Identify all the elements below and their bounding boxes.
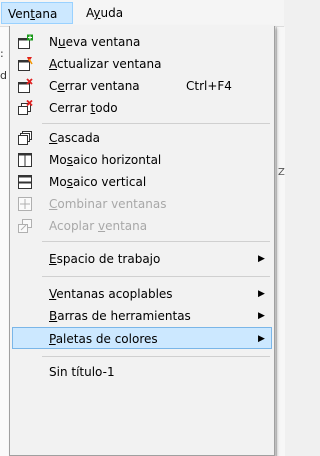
submenu-arrow-icon: ▶	[258, 334, 265, 344]
background-text-fragment: Z	[278, 167, 285, 178]
combine-windows-icon	[18, 197, 32, 211]
tile-horizontal-icon	[18, 153, 32, 167]
menu-item-mosaico-horizontal[interactable]: Mosaico horizontal	[12, 149, 272, 171]
cascade-icon	[18, 131, 32, 145]
menu-item-cascada[interactable]: Cascada	[12, 127, 272, 149]
menu-ayuda[interactable]: Ayuda	[80, 2, 129, 24]
menu-item-ventanas-acoplables[interactable]: Ventanas acoplables ▶	[12, 283, 272, 305]
new-window-icon	[18, 34, 33, 49]
menu-separator	[42, 356, 270, 357]
background-text-fragment: :	[0, 47, 4, 60]
menu-separator	[42, 241, 270, 242]
shortcut-label: Ctrl+F4	[186, 79, 232, 93]
menu-item-actualizar-ventana[interactable]: Actualizar ventana	[12, 53, 272, 75]
background-text-fragment: d	[0, 69, 7, 82]
submenu-arrow-icon: ▶	[258, 254, 265, 264]
background-right-strip: Z	[276, 27, 285, 456]
menu-item-acoplar-ventana[interactable]: Acoplar ventana	[12, 215, 272, 237]
menu-item-espacio-de-trabajo[interactable]: Espacio de trabajo ▶	[12, 248, 272, 270]
menu-bar: Ventana Ayuda	[0, 0, 284, 27]
menu-item-paletas-de-colores[interactable]: Paletas de colores ▶	[12, 327, 272, 349]
close-all-icon	[18, 100, 33, 115]
submenu-arrow-icon: ▶	[258, 311, 265, 321]
menu-ventana[interactable]: Ventana	[1, 2, 73, 24]
ventana-dropdown-menu: Nueva ventana Actualizar ventana Cerrar …	[9, 26, 275, 456]
menu-item-sin-titulo-1[interactable]: Sin título-1	[12, 361, 272, 383]
menu-item-nueva-ventana[interactable]: Nueva ventana	[12, 31, 272, 53]
submenu-arrow-icon: ▶	[258, 289, 265, 299]
dock-window-icon	[18, 219, 32, 233]
menu-item-cerrar-todo[interactable]: Cerrar todo	[12, 97, 272, 119]
menu-item-cerrar-ventana[interactable]: Cerrar ventana Ctrl+F4	[12, 75, 272, 97]
menu-separator	[42, 123, 270, 124]
menu-separator	[42, 276, 270, 277]
menu-item-mosaico-vertical[interactable]: Mosaico vertical	[12, 171, 272, 193]
menu-item-barras-de-herramientas[interactable]: Barras de herramientas ▶	[12, 305, 272, 327]
refresh-window-icon	[18, 57, 33, 71]
tile-vertical-icon	[18, 175, 32, 189]
menu-item-combinar-ventanas[interactable]: Combinar ventanas	[12, 193, 272, 215]
close-window-icon	[18, 78, 33, 93]
